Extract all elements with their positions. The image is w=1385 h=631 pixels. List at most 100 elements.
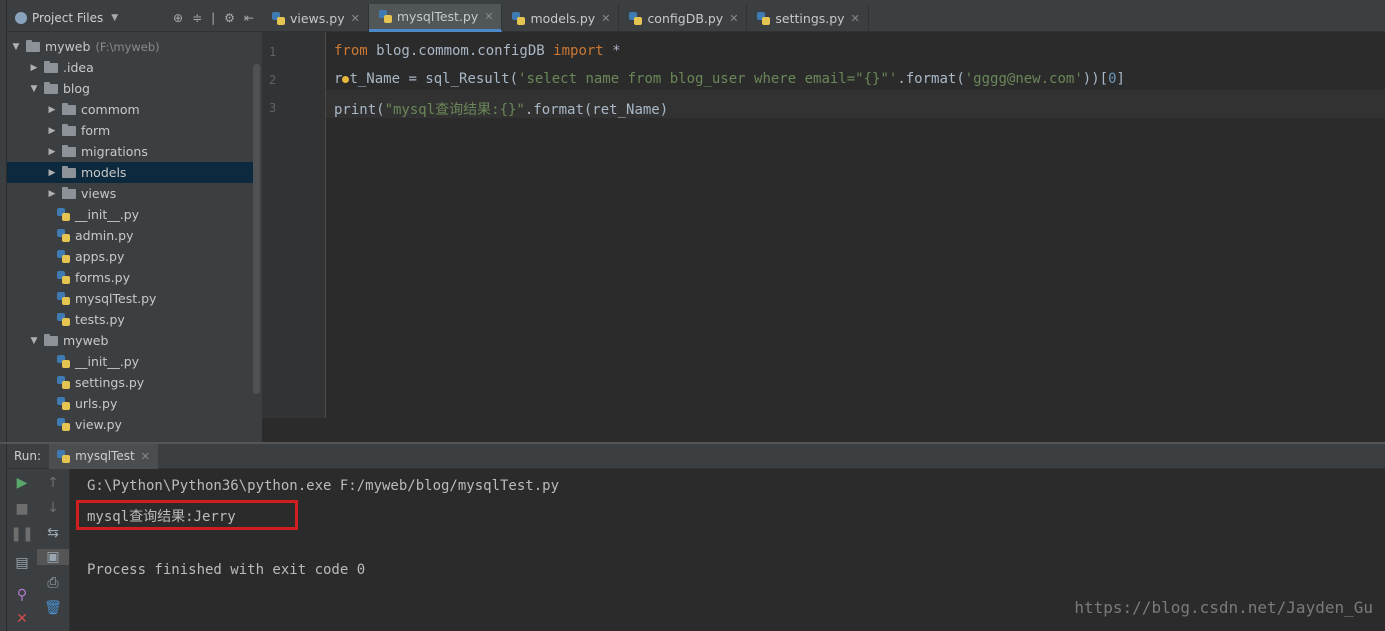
- project-files-icon[interactable]: [15, 11, 27, 24]
- chevron-right-icon[interactable]: ▶: [47, 105, 57, 115]
- python-file-icon: [57, 250, 70, 263]
- folder-icon: [44, 81, 58, 94]
- code-line-2[interactable]: r t_Name = sql_Result('select name from b…: [334, 71, 1125, 87]
- arrow-up-icon[interactable]: ↑: [37, 475, 69, 491]
- editor-tab[interactable]: models.py ✕: [502, 4, 620, 32]
- soft-wrap-icon[interactable]: ⇆: [37, 525, 69, 541]
- tree-item-label: views: [81, 186, 117, 201]
- arrow-down-icon[interactable]: ↓: [37, 500, 69, 516]
- editor-tab[interactable]: views.py ✕: [262, 4, 369, 32]
- project-panel-title[interactable]: Project Files: [32, 11, 103, 25]
- python-file-icon: [57, 313, 70, 326]
- tree-folder[interactable]: ▶ form: [7, 120, 253, 141]
- run-toolbar-secondary: ↑ ↓ ⇆ ▣ ⎙ 🗑: [37, 469, 70, 631]
- chevron-right-icon[interactable]: ▶: [47, 168, 57, 178]
- run-panel-header: Run: mysqlTest ✕: [7, 443, 1385, 469]
- tree-file[interactable]: __init__.py: [7, 204, 253, 225]
- tree-file[interactable]: admin.py: [7, 225, 253, 246]
- line-number: 3: [269, 101, 277, 115]
- tree-item-path: (F:\myweb): [95, 39, 160, 54]
- tree-folder[interactable]: ▼ blog: [7, 78, 253, 99]
- watermark: https://blog.csdn.net/Jayden_Gu: [1074, 598, 1373, 617]
- tree-folder[interactable]: ▶ .idea: [7, 57, 253, 78]
- close-icon[interactable]: ✕: [851, 12, 860, 25]
- tree-file[interactable]: tests.py: [7, 309, 253, 330]
- console-line: G:\Python\Python36\python.exe F:/myweb/b…: [87, 478, 560, 494]
- tree-file[interactable]: view.py: [7, 414, 253, 435]
- tree-file[interactable]: forms.py: [7, 267, 253, 288]
- tree-folder[interactable]: ▶ models: [7, 162, 253, 183]
- chevron-down-icon[interactable]: ▼: [29, 84, 39, 94]
- tree-folder[interactable]: ▼ myweb: [7, 330, 253, 351]
- trash-icon[interactable]: 🗑: [37, 600, 69, 616]
- python-file-icon: [57, 397, 70, 410]
- collapse-icon[interactable]: ≑: [192, 11, 202, 25]
- close-icon[interactable]: ✕: [729, 12, 738, 25]
- run-tab-label: mysqlTest: [75, 449, 135, 463]
- project-tree[interactable]: ▼ myweb (F:\myweb) ▶ .idea ▼ blog ▶ commom ▶ form ▶…: [7, 36, 253, 435]
- tree-file[interactable]: mysqlTest.py: [7, 288, 253, 309]
- tree-file[interactable]: __init__.py: [7, 351, 253, 372]
- editor-tab[interactable]: settings.py ✕: [747, 4, 869, 32]
- line-number: 1: [269, 45, 277, 59]
- editor-tab[interactable]: mysqlTest.py ✕: [368, 4, 503, 32]
- tree-file[interactable]: apps.py: [7, 246, 253, 267]
- tree-folder[interactable]: ▶ commom: [7, 99, 253, 120]
- python-file-icon: [57, 376, 70, 389]
- chevron-right-icon[interactable]: ▶: [47, 189, 57, 199]
- chevron-down-icon[interactable]: ▼: [29, 336, 39, 346]
- close-icon[interactable]: ✕: [7, 611, 37, 627]
- number-literal: 0: [1108, 71, 1117, 87]
- tree-file[interactable]: urls.py: [7, 393, 253, 414]
- chevron-down-icon[interactable]: ▼: [111, 13, 118, 23]
- stop-icon[interactable]: ■: [7, 501, 37, 517]
- layout-icon[interactable]: ▤: [7, 555, 37, 571]
- chevron-right-icon[interactable]: ▶: [47, 147, 57, 157]
- editor-tab[interactable]: configDB.py ✕: [619, 4, 748, 32]
- project-scrollbar[interactable]: [253, 64, 260, 394]
- tree-item-label: view.py: [75, 417, 122, 432]
- tree-folder[interactable]: ▶ views: [7, 183, 253, 204]
- folder-icon: [44, 333, 58, 346]
- keyword: from: [334, 43, 368, 59]
- gear-icon[interactable]: ⚙: [224, 11, 235, 25]
- close-icon[interactable]: ✕: [601, 12, 610, 25]
- pin-icon[interactable]: ⚲: [7, 587, 37, 603]
- pause-icon[interactable]: ❚❚: [7, 526, 37, 542]
- run-label: Run:: [14, 449, 42, 463]
- tree-file[interactable]: settings.py: [7, 372, 253, 393]
- python-file-icon: [57, 208, 70, 221]
- tree-folder[interactable]: ▼ myweb (F:\myweb): [7, 36, 253, 57]
- code-text: ]: [1116, 71, 1125, 87]
- code-editor[interactable]: from blog.commom.configDB import * r t_Na…: [326, 32, 1385, 418]
- tree-item-label: .idea: [63, 60, 94, 75]
- python-file-icon: [57, 355, 70, 368]
- code-text: t_Name = sql_Result(: [349, 71, 519, 87]
- chevron-down-icon[interactable]: ▼: [11, 42, 21, 52]
- close-icon[interactable]: ✕: [351, 12, 360, 25]
- run-toolbar-primary: ▶ ■ ❚❚ ▤ ⚲ ✕: [7, 469, 37, 631]
- code-line-3[interactable]: print("mysql查询结果:{}".format(ret_Name): [334, 99, 668, 119]
- close-icon[interactable]: ✕: [141, 450, 150, 463]
- folder-icon: [62, 123, 76, 136]
- hide-icon[interactable]: ⇤: [244, 11, 254, 25]
- string-literal: 'select name from blog_user where email=…: [518, 71, 898, 87]
- tab-label: mysqlTest.py: [396, 9, 479, 24]
- close-icon[interactable]: ✕: [484, 10, 493, 23]
- code-line-1[interactable]: from blog.commom.configDB import *: [334, 43, 621, 59]
- rerun-icon[interactable]: ▶: [7, 475, 37, 491]
- tree-item-label: myweb: [45, 39, 91, 54]
- python-file-icon: [757, 11, 771, 25]
- folder-icon: [44, 60, 58, 73]
- run-tab[interactable]: mysqlTest ✕: [49, 443, 158, 469]
- chevron-right-icon[interactable]: ▶: [29, 63, 39, 73]
- scroll-to-end-icon[interactable]: ▣: [37, 549, 69, 565]
- tab-label: configDB.py: [647, 10, 724, 26]
- chevron-right-icon[interactable]: ▶: [47, 126, 57, 136]
- print-icon[interactable]: ⎙: [37, 575, 69, 591]
- code-text: .format(ret_Name): [524, 102, 669, 118]
- tree-folder[interactable]: ▶ migrations: [7, 141, 253, 162]
- tree-item-label: commom: [81, 102, 140, 117]
- python-file-icon: [512, 11, 526, 25]
- locate-icon[interactable]: ⊕: [173, 11, 183, 25]
